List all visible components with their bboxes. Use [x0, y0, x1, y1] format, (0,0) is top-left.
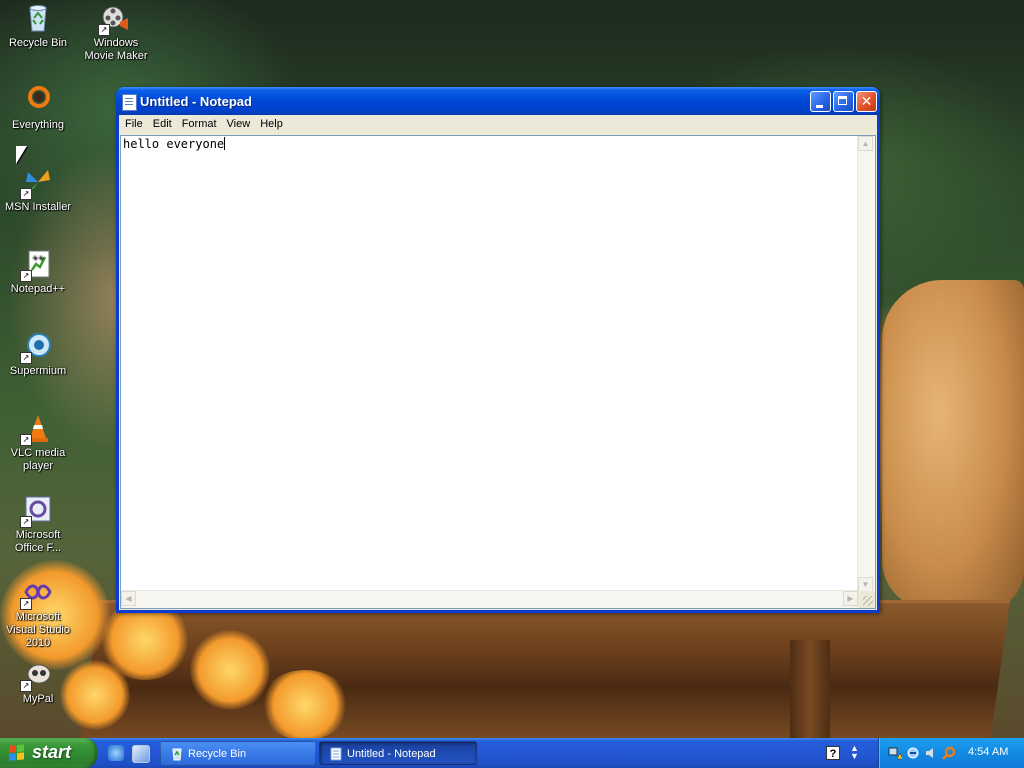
movie-maker-icon: ↗: [98, 2, 132, 36]
mypal-browser-icon: ↗: [20, 658, 54, 692]
visual-studio-icon: ↗: [20, 576, 54, 610]
menu-bar: File Edit Format View Help: [119, 115, 877, 134]
shortcut-arrow-icon: ↗: [20, 188, 32, 200]
notepad-icon: [330, 747, 342, 761]
desktop-icon-label: MSN Installer: [4, 201, 72, 213]
desktop-icon-mypal[interactable]: ↗ MyPal: [0, 658, 76, 706]
desktop-icon-visual-studio[interactable]: ↗ Microsoft Visual Studio 2010: [0, 576, 76, 650]
wallpaper-dog: [882, 280, 1024, 610]
start-button[interactable]: start: [0, 738, 97, 768]
windows-flag-icon: [9, 744, 26, 762]
desktop-icon-supermium[interactable]: ↗ Supermium: [0, 330, 76, 378]
desktop-icon-label: Windows Movie Maker: [84, 37, 148, 62]
minimize-button[interactable]: [810, 91, 831, 112]
shortcut-arrow-icon: ↗: [98, 24, 110, 36]
close-button[interactable]: ✕: [856, 91, 877, 112]
language-bar-arrow-icon[interactable]: ▲ ▼: [850, 744, 859, 761]
office-icon: ↗: [20, 494, 54, 528]
desktop-icon-msn-installer[interactable]: ↗ MSN Installer: [0, 166, 76, 214]
everything-tray-icon[interactable]: [942, 746, 956, 760]
desktop-icon-everything[interactable]: Everything: [0, 84, 76, 132]
wallpaper-flower: [260, 670, 350, 738]
scroll-down-button[interactable]: ▼: [858, 577, 873, 592]
taskbar: start Recycle Bin Untitled - Notepad ? ▲…: [0, 738, 1024, 768]
desktop-icon-recycle-bin[interactable]: Recycle Bin: [0, 2, 76, 50]
desktop-icon-label: MyPal: [22, 693, 54, 705]
editor-content[interactable]: hello everyone: [123, 137, 226, 152]
window-title: Untitled - Notepad: [140, 94, 252, 109]
help-icon[interactable]: ?: [826, 746, 840, 760]
resize-grip[interactable]: [858, 591, 875, 608]
wallpaper-flower: [190, 630, 270, 710]
menu-file[interactable]: File: [121, 115, 149, 134]
shortcut-arrow-icon: ↗: [20, 352, 32, 364]
window-client-area: File Edit Format View Help hello everyon…: [119, 115, 877, 610]
desktop-icon-label: Everything: [12, 119, 64, 131]
desktop-icon-movie-maker[interactable]: ↗ Windows Movie Maker: [78, 2, 154, 63]
start-label: start: [32, 742, 72, 762]
shortcut-arrow-icon: ↗: [20, 270, 32, 282]
network-warning-icon[interactable]: [888, 746, 902, 760]
close-icon: ✕: [860, 93, 873, 109]
everything-search-icon: [22, 84, 54, 116]
scroll-right-button[interactable]: ▶: [843, 591, 858, 606]
recycle-bin-icon: [22, 2, 54, 34]
scroll-left-button[interactable]: ◀: [121, 591, 136, 606]
task-button-recycle-bin[interactable]: Recycle Bin: [160, 741, 316, 765]
shortcut-arrow-icon: ↗: [20, 516, 32, 528]
text-editor[interactable]: hello everyone ▲ ▼ ◀ ▶: [120, 135, 876, 609]
desktop-icon-label: Recycle Bin: [8, 37, 68, 49]
desktop-icon-label: VLC media player: [10, 447, 66, 472]
menu-view[interactable]: View: [223, 115, 257, 134]
task-button-notepad[interactable]: Untitled - Notepad: [319, 741, 477, 765]
menu-format[interactable]: Format: [178, 115, 223, 134]
menu-edit[interactable]: Edit: [149, 115, 178, 134]
svg-text:++: ++: [32, 254, 44, 262]
shortcut-arrow-icon: ↗: [20, 598, 32, 610]
desktop-icon-label: Microsoft Visual Studio 2010: [5, 611, 70, 649]
desktop-icon-vlc[interactable]: ↗ VLC media player: [0, 412, 76, 473]
safely-remove-hardware-icon[interactable]: [906, 746, 920, 760]
clock[interactable]: 4:54 AM: [968, 746, 1008, 758]
desktop-icon-label: Microsoft Office F...: [14, 529, 62, 554]
desktop-icon-notepad-plus-plus[interactable]: ++ ↗ Notepad++: [0, 248, 76, 296]
notepad-plus-plus-icon: ++ ↗: [20, 248, 54, 282]
editor-text: hello everyone: [123, 137, 225, 151]
window-titlebar[interactable]: Untitled - Notepad ✕: [116, 87, 880, 115]
horizontal-scrollbar[interactable]: ◀ ▶: [121, 590, 858, 608]
notepad-app-icon[interactable]: [122, 94, 137, 111]
desktop-icon-label: Notepad++: [10, 283, 66, 295]
wallpaper-bench-leg: [790, 640, 830, 738]
shortcut-arrow-icon: ↗: [20, 434, 32, 446]
desktop-icon-microsoft-office[interactable]: ↗ Microsoft Office F...: [0, 494, 76, 555]
desktop-icon-label: Supermium: [9, 365, 67, 377]
vertical-scrollbar[interactable]: ▲ ▼: [857, 136, 875, 592]
menu-help[interactable]: Help: [256, 115, 289, 134]
maximize-button[interactable]: [833, 91, 854, 112]
scroll-up-button[interactable]: ▲: [858, 136, 873, 151]
msn-butterfly-icon: ↗: [20, 166, 54, 200]
task-label: Untitled - Notepad: [347, 748, 436, 760]
volume-icon[interactable]: [924, 746, 938, 760]
vlc-cone-icon: ↗: [20, 412, 54, 446]
quick-launch-ie-icon[interactable]: [108, 745, 124, 761]
system-tray: 4:54 AM: [878, 738, 1024, 768]
notepad-window[interactable]: Untitled - Notepad ✕ File Edit Format Vi…: [116, 87, 880, 613]
mouse-cursor-icon: [16, 146, 27, 164]
quick-launch-show-desktop-icon[interactable]: [132, 745, 150, 763]
supermium-browser-icon: ↗: [20, 330, 54, 364]
recycle-bin-icon: [172, 748, 182, 761]
text-caret: [224, 137, 226, 150]
shortcut-arrow-icon: ↗: [20, 680, 32, 692]
task-label: Recycle Bin: [188, 748, 247, 760]
